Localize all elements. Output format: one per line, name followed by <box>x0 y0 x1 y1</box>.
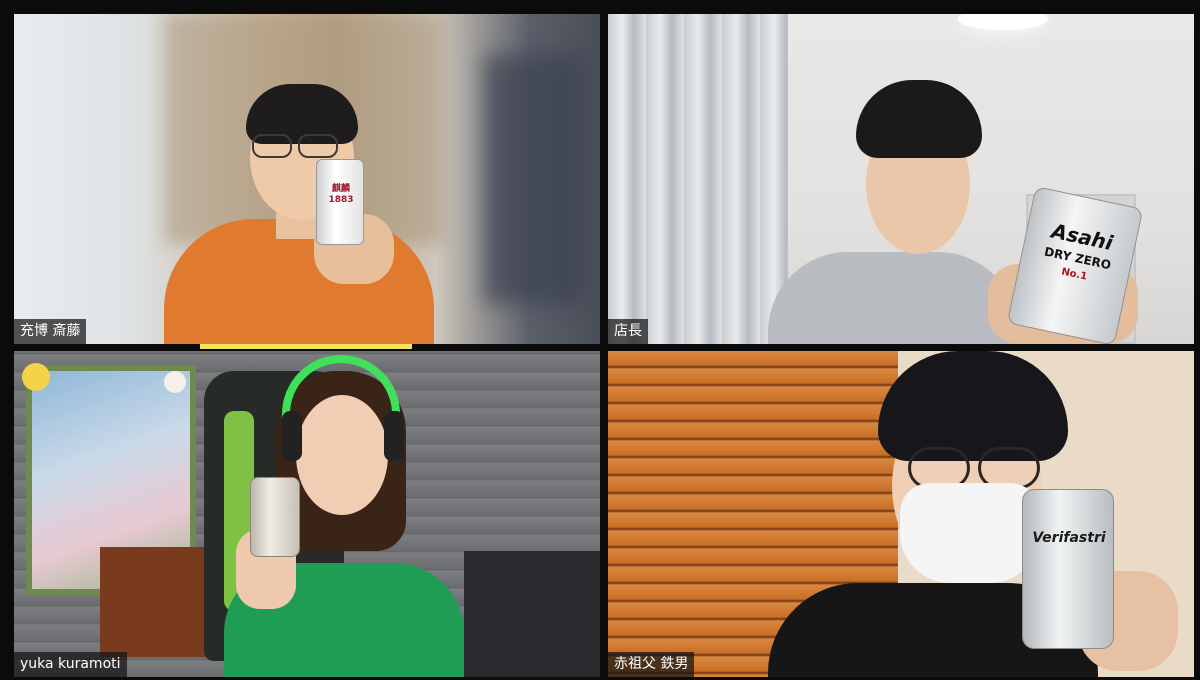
participant-name-label: 充博 斎藤 <box>14 319 87 344</box>
flower-decoration <box>22 363 50 391</box>
flower-decoration <box>164 371 186 393</box>
participant-name-label: yuka kuramoti <box>14 652 127 677</box>
background-object <box>484 54 584 304</box>
video-tile-participant-3[interactable]: yuka kuramoti <box>14 351 600 677</box>
participant-name-label: 店長 <box>608 319 648 344</box>
active-speaker-indicator <box>200 344 412 349</box>
beer-can: Verifastri <box>1022 489 1114 649</box>
can-label: 麒麟 1883 <box>328 184 354 205</box>
video-tile-participant-4[interactable]: Verifastri 赤祖父 鉄男 <box>608 351 1194 677</box>
window-curtain <box>608 14 788 344</box>
glasses-icon <box>252 134 292 158</box>
beer-can: 麒麟 1883 <box>316 159 364 245</box>
video-tile-participant-2[interactable]: Asahi DRY ZERO No.1 店長 <box>608 14 1194 344</box>
headphone-cup <box>282 411 302 461</box>
person-shirt <box>768 252 1018 344</box>
headphone-cup <box>384 411 404 461</box>
video-tile-participant-1[interactable]: 麒麟 1883 充博 斎藤 <box>14 14 600 344</box>
can-brand: Verifastri <box>1032 530 1106 546</box>
video-grid: 麒麟 1883 充博 斎藤 Asahi DRY ZERO No.1 店長 yuk… <box>0 0 1200 680</box>
desk <box>464 551 600 677</box>
face-mask <box>900 483 1040 583</box>
glasses-icon-right <box>298 134 338 158</box>
wooden-box <box>100 547 220 657</box>
participant-name-label: 赤祖父 鉄男 <box>608 652 695 677</box>
beer-can <box>250 477 300 557</box>
